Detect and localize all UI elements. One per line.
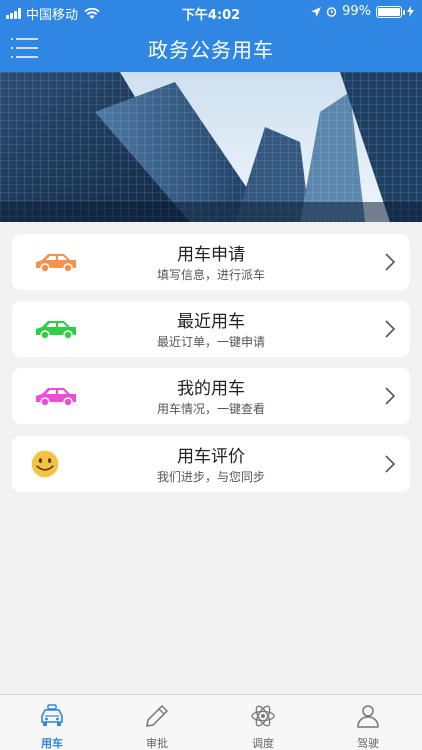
tab-label: 审批 xyxy=(146,737,168,750)
card-car-application[interactable]: 用车申请 填写信息，进行派车 xyxy=(12,234,410,290)
tab-label: 用车 xyxy=(41,737,63,750)
nav-bar: 政务公务用车 xyxy=(0,24,422,72)
card-title: 用车评价 xyxy=(177,447,245,467)
city-skyscrapers-banner xyxy=(0,72,422,222)
charging-bolt-icon xyxy=(407,6,414,17)
tab-label: 调度 xyxy=(252,737,274,750)
battery-icon xyxy=(376,5,405,18)
card-subtitle: 填写信息，进行派车 xyxy=(156,268,265,282)
card-recent-cars[interactable]: 最近用车 最近订单，一键申请 xyxy=(12,301,410,357)
status-bar-right: 99% xyxy=(306,4,414,19)
tab-use-car[interactable]: 用车 xyxy=(12,695,92,750)
tab-dispatch[interactable]: 调度 xyxy=(223,695,303,750)
card-title: 用车申请 xyxy=(177,245,245,265)
tab-bar: 用车 审批 调度 驾驶 xyxy=(0,694,422,750)
battery-percent: 99% xyxy=(342,4,371,19)
page-title: 政务公务用车 xyxy=(148,38,274,62)
card-title: 我的用车 xyxy=(177,379,245,399)
status-bar: 中国移动 下午4:02 99% xyxy=(0,0,422,24)
person-icon xyxy=(357,705,379,728)
chevron-right-icon xyxy=(385,320,396,338)
tab-label: 驾驶 xyxy=(357,737,379,750)
card-title: 最近用车 xyxy=(177,312,245,332)
atom-icon xyxy=(251,705,275,727)
banner-image xyxy=(0,72,422,222)
card-subtitle: 用车情况，一键查看 xyxy=(156,402,265,416)
card-my-cars[interactable]: 我的用车 用车情况，一键查看 xyxy=(12,368,410,424)
chevron-right-icon xyxy=(385,253,396,271)
card-subtitle: 最近订单，一键申请 xyxy=(156,335,265,349)
location-arrow-icon xyxy=(311,6,322,17)
card-subtitle: 我们进步，与您同步 xyxy=(156,470,265,484)
card-car-review[interactable]: 用车评价 我们进步，与您同步 xyxy=(12,436,410,492)
taxi-icon xyxy=(41,704,63,726)
chevron-right-icon xyxy=(385,455,396,473)
pencil-icon xyxy=(146,704,169,727)
chevron-right-icon xyxy=(385,387,396,405)
alarm-icon xyxy=(326,7,337,17)
tab-approval[interactable]: 审批 xyxy=(117,695,197,750)
tab-driver[interactable]: 驾驶 xyxy=(328,695,408,750)
